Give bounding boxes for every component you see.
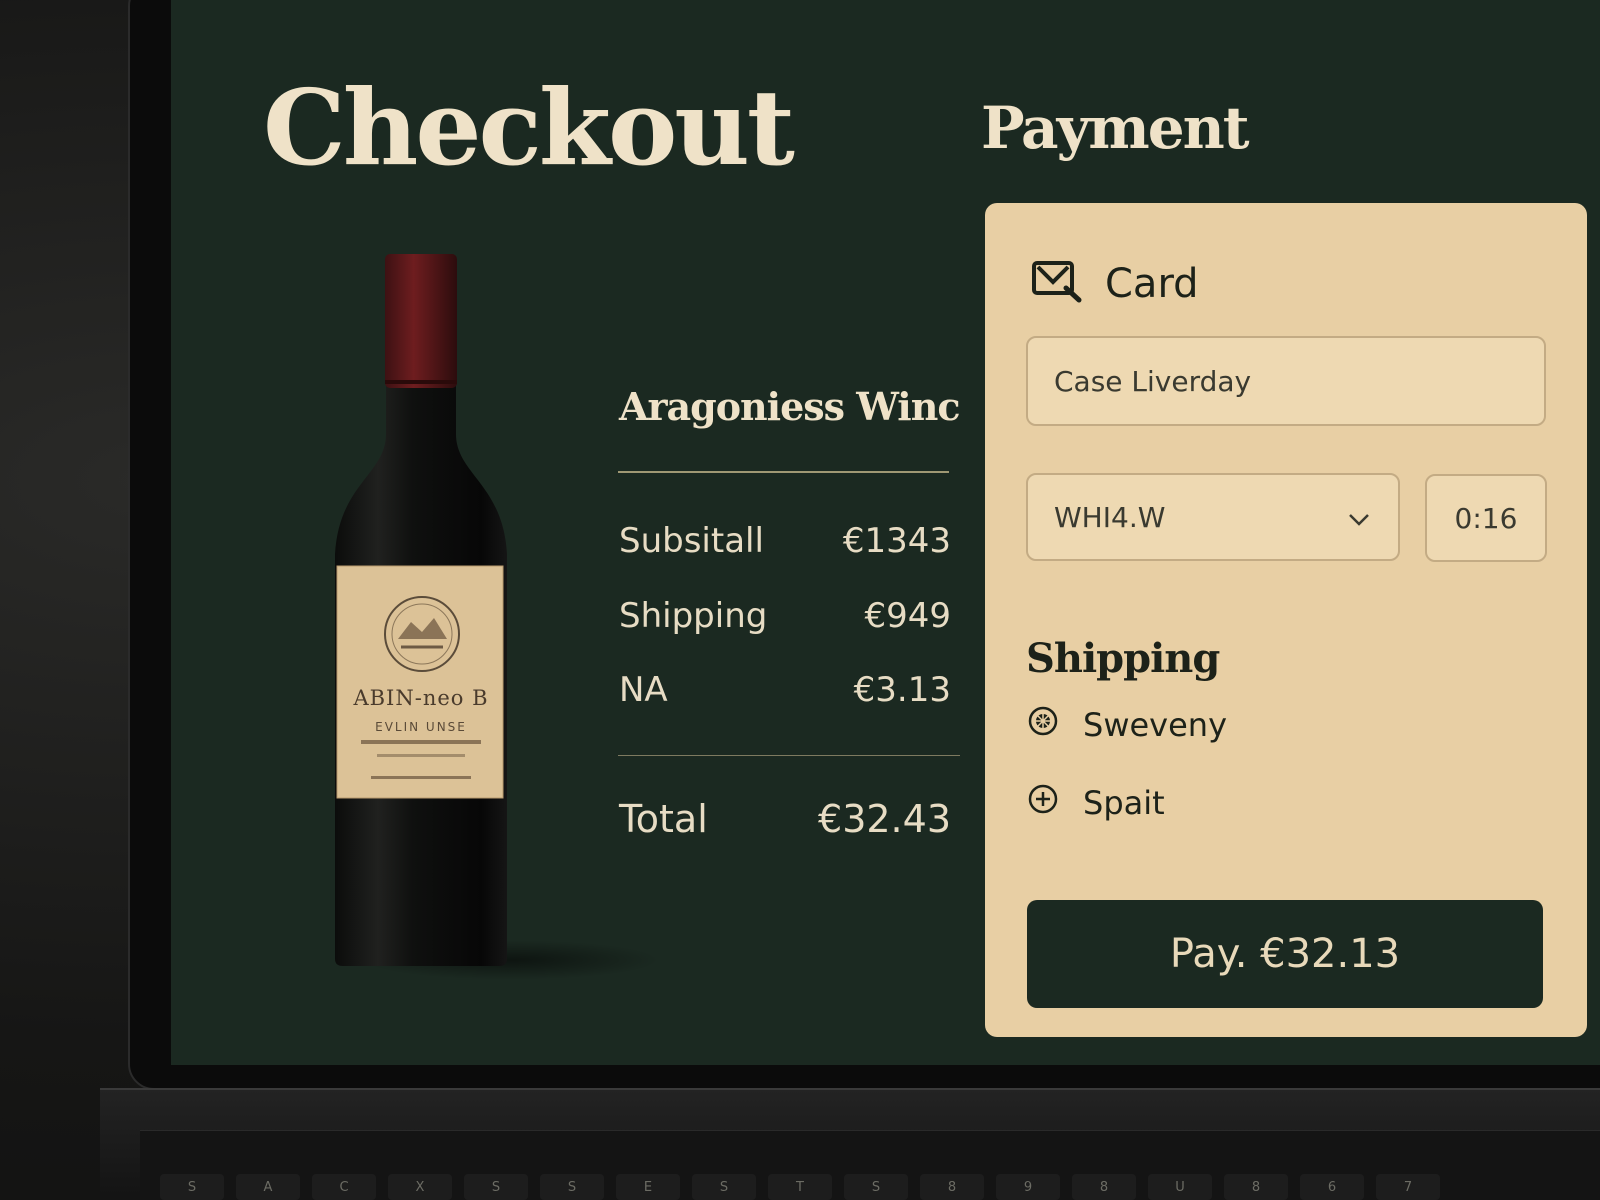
keyboard-key: S xyxy=(464,1174,528,1200)
keyboard-key: S xyxy=(844,1174,908,1200)
expiry-select[interactable]: WHI4.W xyxy=(1026,473,1400,561)
keyboard-key: 8 xyxy=(920,1174,984,1200)
summary-label: Shipping xyxy=(619,596,768,636)
keyboard-key: X xyxy=(388,1174,452,1200)
payment-panel: Card Case Liverday WHI4.W 0:16 Shipping xyxy=(985,203,1587,1037)
keyboard-row: S A C X S S E S T S 8 9 8 U 8 6 7 xyxy=(160,1174,1600,1200)
pay-button[interactable]: Pay. €32.13 xyxy=(1027,900,1543,1008)
radio-selected-icon xyxy=(1027,705,1059,745)
summary-row-total: Total €32.43 xyxy=(619,797,951,841)
shipping-option-label: Sweveny xyxy=(1083,706,1228,744)
shipping-option-label: Spait xyxy=(1083,784,1165,822)
cvc-input[interactable]: 0:16 xyxy=(1425,474,1547,562)
scene: Checkout Payment ABIN-neo B EVLIN UNSE A… xyxy=(0,0,1600,1200)
cardholder-name-value: Case Liverday xyxy=(1054,364,1252,398)
keyboard-key: S xyxy=(540,1174,604,1200)
keyboard-key: S xyxy=(692,1174,756,1200)
shipping-option-2[interactable]: Spait xyxy=(1027,783,1165,823)
summary-value: €1343 xyxy=(842,521,951,561)
keyboard-key: 6 xyxy=(1300,1174,1364,1200)
keyboard-key: 7 xyxy=(1376,1174,1440,1200)
payment-method-label: Card xyxy=(1105,260,1199,307)
shipping-option-1[interactable]: Sweveny xyxy=(1027,705,1227,745)
payment-title: Payment xyxy=(981,94,1250,162)
laptop-screen: Checkout Payment ABIN-neo B EVLIN UNSE A… xyxy=(171,0,1600,1065)
summary-value: €3.13 xyxy=(853,670,951,710)
total-value: €32.43 xyxy=(818,797,951,841)
summary-row-na: NA €3.13 xyxy=(619,670,951,710)
bottle-label-line1: ABIN-neo B xyxy=(353,686,489,710)
summary-row-subtotal: Subsitall €1343 xyxy=(619,521,951,561)
chevron-down-icon xyxy=(1348,501,1370,534)
keyboard-key: A xyxy=(236,1174,300,1200)
summary-divider-bottom xyxy=(618,755,960,756)
keyboard-key: T xyxy=(768,1174,832,1200)
card-envelope-icon xyxy=(1031,258,1083,309)
summary-label: Subsitall xyxy=(619,521,764,561)
keyboard-key: C xyxy=(312,1174,376,1200)
keyboard-key: 8 xyxy=(1224,1174,1288,1200)
total-label: Total xyxy=(619,797,708,841)
keyboard-key: 8 xyxy=(1072,1174,1136,1200)
summary-row-shipping: Shipping €949 xyxy=(619,596,951,636)
bottle-label-line2: EVLIN UNSE xyxy=(375,720,467,734)
expiry-select-value: WHI4.W xyxy=(1054,500,1166,534)
keyboard-key: S xyxy=(160,1174,224,1200)
keyboard-key: 9 xyxy=(996,1174,1060,1200)
keyboard-key: U xyxy=(1148,1174,1212,1200)
product-name: Aragoniess Winc xyxy=(619,384,961,429)
checkout-title: Checkout xyxy=(263,66,795,189)
summary-label: NA xyxy=(619,670,668,710)
payment-method-card[interactable]: Card xyxy=(1031,258,1199,309)
shipping-title: Shipping xyxy=(1026,635,1220,682)
cardholder-name-input[interactable]: Case Liverday xyxy=(1026,336,1546,426)
summary-value: €949 xyxy=(864,596,951,636)
wine-bottle-image: ABIN-neo B EVLIN UNSE xyxy=(331,254,531,994)
keyboard-key: E xyxy=(616,1174,680,1200)
summary-divider-top xyxy=(618,471,949,473)
radio-add-icon xyxy=(1027,783,1059,823)
cvc-value: 0:16 xyxy=(1454,501,1518,535)
